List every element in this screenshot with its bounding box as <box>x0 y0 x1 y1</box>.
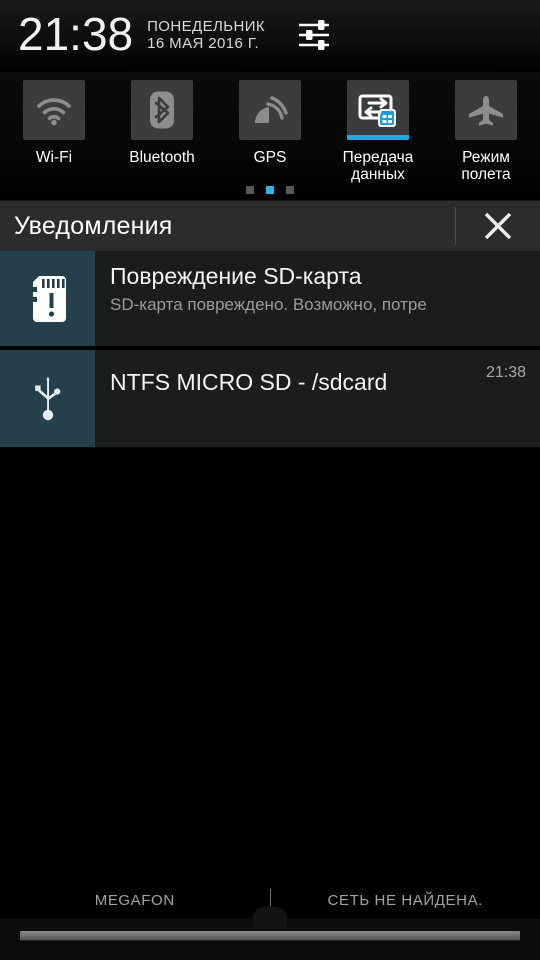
quick-toggle-airplane-iconbox <box>455 80 517 140</box>
quick-toggle-data-transfer[interactable]: Передача данных <box>324 80 432 184</box>
quick-toggle-bluetooth-iconbox <box>131 80 193 140</box>
quick-toggle-airplane[interactable]: Режим полета <box>432 80 540 184</box>
notification-title: Повреждение SD-карта <box>110 263 362 289</box>
weekday-label: ПОНЕДЕЛЬНИК <box>147 17 266 35</box>
shade-drag-handle[interactable] <box>20 931 520 940</box>
quick-toggle-airplane-label: Режим полета <box>461 149 511 184</box>
clock: 21:38 <box>18 8 134 60</box>
notification-icon-panel <box>0 251 95 346</box>
notifications-title: Уведомления <box>14 211 173 240</box>
notification-timestamp: 21:38 <box>485 364 526 381</box>
bluetooth-icon <box>150 91 174 129</box>
wifi-icon <box>37 98 71 126</box>
quick-toggle-gps-label: GPS <box>253 149 287 166</box>
page-dot-2[interactable] <box>266 186 274 194</box>
quick-settings-page-indicator <box>0 186 540 194</box>
notification-body: Повреждение SD-карта SD-карта повреждено… <box>95 251 540 346</box>
quick-toggle-bluetooth-label: Bluetooth <box>129 149 195 166</box>
shade-grip-notch <box>253 906 287 928</box>
quick-toggle-data-transfer-iconbox <box>347 80 409 140</box>
data-transfer-icon <box>358 94 396 127</box>
notification-subtitle: SD-карта повреждено. Возможно, потре <box>110 294 427 314</box>
carrier-name-sim1: MEGAFON <box>94 891 175 909</box>
notification-item-sd-damaged[interactable]: Повреждение SD-карта SD-карта повреждено… <box>0 251 540 347</box>
close-x-icon <box>484 212 512 240</box>
date-label: 16 МАЯ 2016 Г. <box>147 35 260 52</box>
sliders-settings-icon <box>299 20 330 50</box>
notification-title: NTFS MICRO SD - /sdcard <box>110 369 388 395</box>
quick-toggle-wifi[interactable]: Wi-Fi <box>0 80 108 166</box>
shade-drag-handle-area[interactable] <box>0 906 540 960</box>
airplane-icon <box>469 96 503 126</box>
page-dot-3[interactable] <box>286 186 294 194</box>
notifications-header: Уведомления <box>0 200 540 251</box>
quick-settings-row: Wi-Fi Bluetooth GPS Передача данных Режи… <box>0 72 540 200</box>
quick-toggle-data-transfer-label: Передача данных <box>342 149 414 184</box>
notification-item-ntfs-micro-sd[interactable]: NTFS MICRO SD - /sdcard 21:38 <box>0 350 540 448</box>
gps-satellite-icon <box>254 96 288 123</box>
date-block: ПОНЕДЕЛЬНИК 16 МАЯ 2016 Г. <box>147 18 265 53</box>
usb-icon <box>34 376 60 420</box>
notification-icon-panel <box>0 350 95 447</box>
clear-notifications-button[interactable] <box>456 201 540 251</box>
notifications-list: Повреждение SD-карта SD-карта повреждено… <box>0 251 540 448</box>
quick-toggle-bluetooth[interactable]: Bluetooth <box>108 80 216 166</box>
quick-toggle-gps[interactable]: GPS <box>216 80 324 166</box>
carrier-name-sim2: СЕТЬ НЕ НАЙДЕНА. <box>327 891 483 909</box>
settings-button[interactable] <box>291 14 337 56</box>
notification-shade-screen: 21:38 ПОНЕДЕЛЬНИК 16 МАЯ 2016 Г. Wi-Fi B… <box>0 0 540 960</box>
quick-toggle-gps-iconbox <box>239 80 301 140</box>
page-dot-1[interactable] <box>246 186 254 194</box>
status-bar: 21:38 ПОНЕДЕЛЬНИК 16 МАЯ 2016 Г. <box>0 0 540 72</box>
quick-toggle-wifi-iconbox <box>23 80 85 140</box>
sd-card-warning-icon <box>32 275 66 322</box>
notification-body: NTFS MICRO SD - /sdcard 21:38 <box>95 350 540 447</box>
quick-toggle-wifi-label: Wi-Fi <box>35 149 73 166</box>
